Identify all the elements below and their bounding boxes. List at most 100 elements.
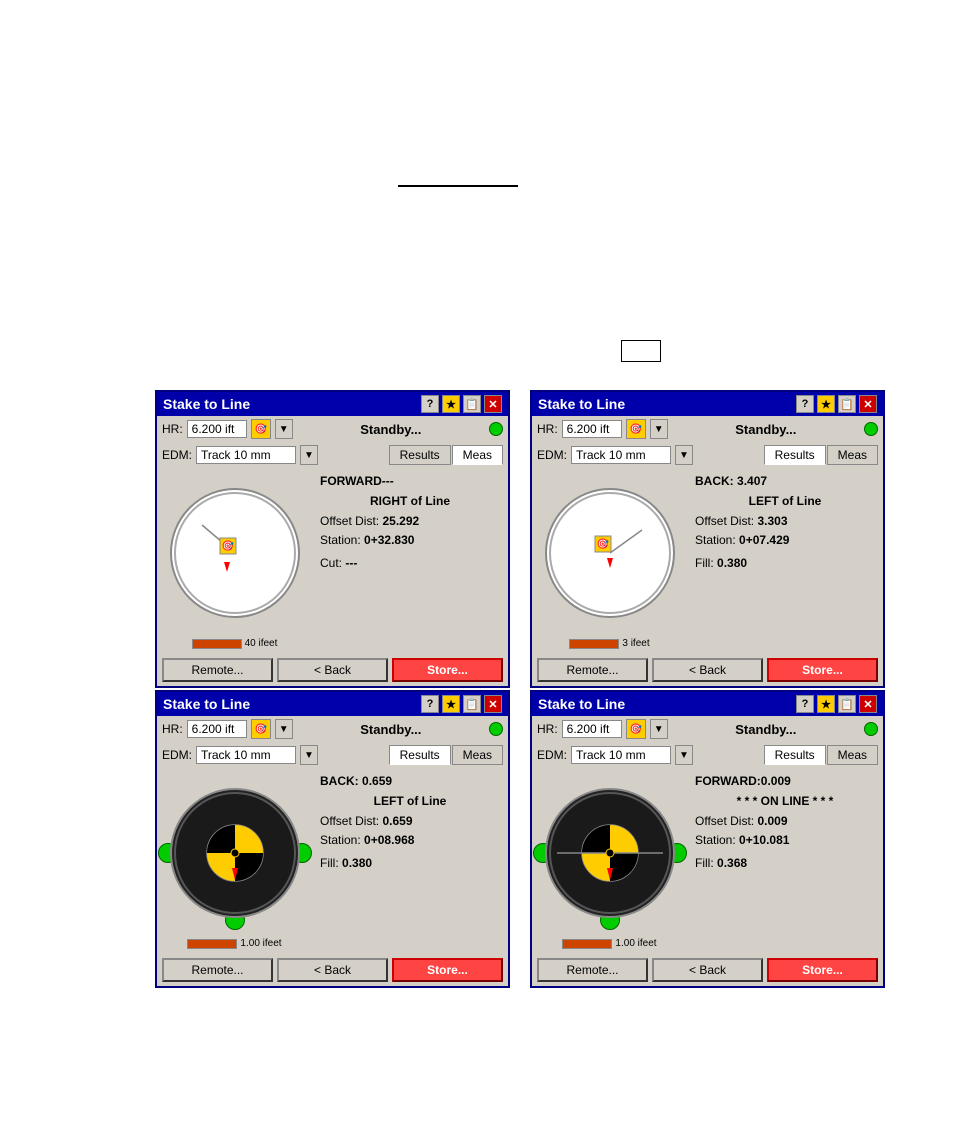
edm-dropdown-bl[interactable]: ▼ (300, 745, 318, 765)
tab-results-br[interactable]: Results (764, 745, 826, 765)
results-br: FORWARD:0.009 * * * ON LINE * * * Offset… (687, 768, 883, 954)
edm-label-br: EDM: (537, 748, 567, 762)
tabs-br: Results Meas (764, 745, 878, 765)
edm-dropdown-br[interactable]: ▼ (675, 745, 693, 765)
panel-top-left: Stake to Line ? ★ 📋 ✕ HR: 6.200 ift 🎯 ▼ … (155, 390, 510, 688)
edm-dropdown-tr[interactable]: ▼ (675, 445, 693, 465)
scale-rect-bl (187, 939, 237, 949)
titlebar-bl: Stake to Line ? ★ 📋 ✕ (157, 692, 508, 716)
back-btn-tl[interactable]: < Back (277, 658, 388, 682)
hr-dropdown-tr[interactable]: ▼ (650, 419, 668, 439)
remote-btn-tl[interactable]: Remote... (162, 658, 273, 682)
edm-row-tr: EDM: Track 10 mm ▼ Results Meas (532, 442, 883, 468)
top-box (621, 340, 661, 362)
hr-dropdown-tl[interactable]: ▼ (275, 419, 293, 439)
star-icon-bl[interactable]: ★ (442, 695, 460, 713)
hr-label-br: HR: (537, 722, 558, 736)
copy-icon-tl[interactable]: 📋 (463, 395, 481, 413)
compass-circle-br (545, 788, 675, 918)
compass-area-br: 1.00 ifeet (532, 768, 687, 954)
close-icon-tl[interactable]: ✕ (484, 395, 502, 413)
hr-dropdown-br[interactable]: ▼ (650, 719, 668, 739)
hr-label-tr: HR: (537, 422, 558, 436)
edm-select-tl[interactable]: Track 10 mm (196, 446, 296, 464)
compass-wrapper-tr: 🎯 (545, 488, 675, 618)
back-btn-bl[interactable]: < Back (277, 958, 388, 982)
direction-tl: FORWARD--- (320, 473, 500, 490)
tab-results-bl[interactable]: Results (389, 745, 451, 765)
direction-br: FORWARD:0.009 (695, 773, 875, 790)
hr-value-tr: 6.200 ift (562, 420, 622, 438)
edm-select-tr[interactable]: Track 10 mm (571, 446, 671, 464)
edm-row-br: EDM: Track 10 mm ▼ Results Meas (532, 742, 883, 768)
help-icon-tl[interactable]: ? (421, 395, 439, 413)
help-icon-bl[interactable]: ? (421, 695, 439, 713)
edm-dropdown-tl[interactable]: ▼ (300, 445, 318, 465)
star-icon-tr[interactable]: ★ (817, 395, 835, 413)
compass-wrapper-bl (170, 788, 300, 918)
help-icon-tr[interactable]: ? (796, 395, 814, 413)
station-tl: Station: 0+32.830 (320, 532, 500, 549)
store-btn-tl[interactable]: Store... (392, 658, 503, 682)
title-br: Stake to Line (538, 696, 796, 712)
direction-tr: BACK: 3.407 (695, 473, 875, 490)
edm-select-bl[interactable]: Track 10 mm (196, 746, 296, 764)
tab-meas-br[interactable]: Meas (827, 745, 878, 765)
store-btn-tr[interactable]: Store... (767, 658, 878, 682)
hr-row-bl: HR: 6.200 ift 🎯 ▼ Standby... (157, 716, 508, 742)
store-btn-bl[interactable]: Store... (392, 958, 503, 982)
panel-bottom-left: Stake to Line ? ★ 📋 ✕ HR: 6.200 ift 🎯 ▼ … (155, 690, 510, 988)
status-dot-tr (864, 422, 878, 436)
tab-meas-bl[interactable]: Meas (452, 745, 503, 765)
copy-icon-bl[interactable]: 📋 (463, 695, 481, 713)
close-icon-bl[interactable]: ✕ (484, 695, 502, 713)
back-btn-tr[interactable]: < Back (652, 658, 763, 682)
star-icon-tl[interactable]: ★ (442, 395, 460, 413)
status-dot-bl (489, 722, 503, 736)
compass-circle-tl: 🎯 (170, 488, 300, 618)
hr-row-tl: HR: 6.200 ift 🎯 ▼ Standby... (157, 416, 508, 442)
close-icon-tr[interactable]: ✕ (859, 395, 877, 413)
body-br: 1.00 ifeet FORWARD:0.009 * * * ON LINE *… (532, 768, 883, 954)
compass-circle-bl (170, 788, 300, 918)
remote-btn-br[interactable]: Remote... (537, 958, 648, 982)
title-icons-tr: ? ★ 📋 ✕ (796, 395, 877, 413)
panel-bottom-right: Stake to Line ? ★ 📋 ✕ HR: 6.200 ift 🎯 ▼ … (530, 690, 885, 988)
tab-results-tr[interactable]: Results (764, 445, 826, 465)
offset-dist-bl: Offset Dist: 0.659 (320, 813, 500, 830)
tab-results-tl[interactable]: Results (389, 445, 451, 465)
tabs-bl: Results Meas (389, 745, 503, 765)
close-icon-br[interactable]: ✕ (859, 695, 877, 713)
back-btn-br[interactable]: < Back (652, 958, 763, 982)
direction-bl: BACK: 0.659 (320, 773, 500, 790)
tab-meas-tl[interactable]: Meas (452, 445, 503, 465)
titlebar-br: Stake to Line ? ★ 📋 ✕ (532, 692, 883, 716)
scale-bar-bl: 1.00 ifeet (187, 938, 281, 949)
offset-dist-tl: Offset Dist: 25.292 (320, 513, 500, 530)
station-br: Station: 0+10.081 (695, 832, 875, 849)
hr-row-br: HR: 6.200 ift 🎯 ▼ Standby... (532, 716, 883, 742)
store-btn-br[interactable]: Store... (767, 958, 878, 982)
compass-svg-br (547, 790, 673, 916)
remote-btn-tr[interactable]: Remote... (537, 658, 648, 682)
star-icon-br[interactable]: ★ (817, 695, 835, 713)
instrument-icon-bl: 🎯 (251, 719, 271, 739)
help-icon-br[interactable]: ? (796, 695, 814, 713)
edm-select-br[interactable]: Track 10 mm (571, 746, 671, 764)
remote-btn-bl[interactable]: Remote... (162, 958, 273, 982)
scale-bar-tl: 40 ifeet (192, 638, 278, 649)
scale-rect-tr (569, 639, 619, 649)
compass-svg-bl (172, 790, 298, 916)
hr-dropdown-bl[interactable]: ▼ (275, 719, 293, 739)
svg-text:🎯: 🎯 (596, 538, 609, 550)
edm-label-tl: EDM: (162, 448, 192, 462)
body-tl: 🎯 40 ifeet FORWARD--- RIGHT of Line (157, 468, 508, 654)
compass-area-tr: 🎯 3 ifeet (532, 468, 687, 654)
standby-tl: Standby... (297, 422, 485, 437)
status-dot-tl (489, 422, 503, 436)
tab-meas-tr[interactable]: Meas (827, 445, 878, 465)
copy-icon-tr[interactable]: 📋 (838, 395, 856, 413)
hr-value-bl: 6.200 ift (187, 720, 247, 738)
copy-icon-br[interactable]: 📋 (838, 695, 856, 713)
scale-label-bl: 1.00 ifeet (240, 938, 281, 949)
